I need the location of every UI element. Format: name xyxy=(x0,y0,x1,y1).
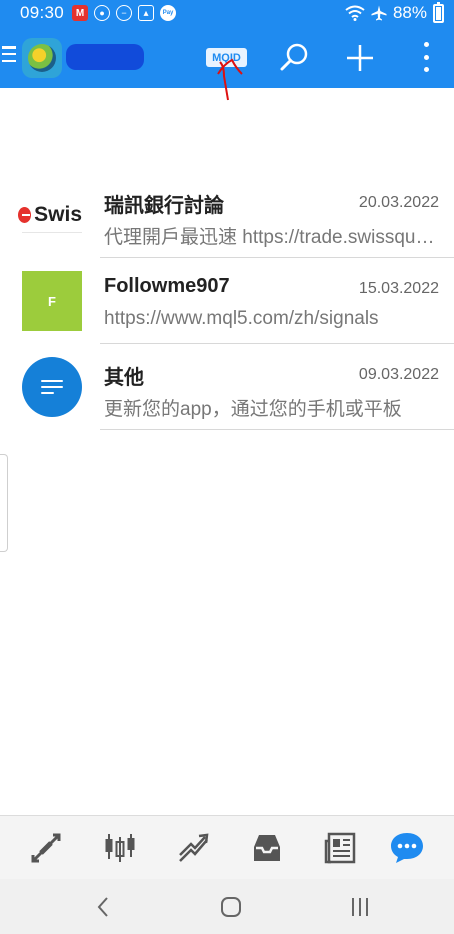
chat-date: 15.03.2022 xyxy=(358,280,439,297)
account-name-redacted[interactable] xyxy=(66,44,144,70)
system-nav xyxy=(0,879,454,934)
news-icon[interactable] xyxy=(322,830,358,866)
edge-panel-handle[interactable] xyxy=(0,454,8,552)
chat-preview: 更新您的app，通过您的手机或平板 xyxy=(104,399,402,420)
messages-icon[interactable] xyxy=(389,830,425,866)
avatar: Swis xyxy=(18,185,82,245)
avatar: F xyxy=(22,271,82,331)
chart-icon[interactable] xyxy=(102,830,138,866)
quotes-icon[interactable] xyxy=(28,830,64,866)
account-circle-icon: ● xyxy=(94,5,111,21)
chat-list: Swis 瑞訊銀行討論 20.03.2022 代理開戶最迅速 https://t… xyxy=(0,172,454,430)
status-time: 09:30 xyxy=(20,3,65,22)
office-app-icon: M xyxy=(72,5,89,21)
divider xyxy=(100,429,454,430)
chat-title: Followme907 xyxy=(104,275,230,297)
swissquote-logo-icon xyxy=(18,207,32,223)
more-vert-icon[interactable] xyxy=(420,42,432,72)
chat-preview: 代理開戶最迅速 https://trade.swissquote.com xyxy=(104,227,440,248)
recents-icon[interactable] xyxy=(348,895,372,919)
do-not-disturb-icon: − xyxy=(116,5,133,21)
search-icon[interactable] xyxy=(278,42,310,74)
list-item[interactable]: F Followme907 15.03.2022 https://www.mql… xyxy=(0,258,454,344)
samsung-pay-icon: Pay xyxy=(160,5,177,21)
battery-text: 88% xyxy=(392,3,427,22)
app-logo[interactable] xyxy=(22,38,62,78)
notes-icon xyxy=(41,380,63,394)
add-icon[interactable] xyxy=(344,42,376,74)
divider xyxy=(22,232,82,233)
list-item[interactable]: 其他 09.03.2022 更新您的app，通过您的手机或平板 xyxy=(0,344,454,430)
battery-icon xyxy=(433,1,444,23)
chat-date: 20.03.2022 xyxy=(358,194,439,211)
avatar xyxy=(22,357,82,417)
chat-title: 瑞訊銀行討論 xyxy=(104,195,224,217)
gallery-icon: ▴ xyxy=(138,5,155,21)
chat-preview: https://www.mql5.com/zh/signals xyxy=(104,308,379,329)
trade-icon[interactable] xyxy=(176,830,212,866)
status-icons-right: 88% xyxy=(345,1,444,23)
bottom-nav xyxy=(0,815,454,879)
airplane-icon xyxy=(371,5,387,21)
annotation-arrow xyxy=(217,58,243,101)
status-icons-left: M ● − ▴ Pay xyxy=(72,5,177,21)
list-item[interactable]: Swis 瑞訊銀行討論 20.03.2022 代理開戶最迅速 https://t… xyxy=(0,172,454,258)
menu-icon[interactable] xyxy=(2,46,16,62)
wifi-icon xyxy=(345,5,365,21)
home-icon[interactable] xyxy=(219,895,243,919)
back-icon[interactable] xyxy=(92,895,116,919)
chat-date: 09.03.2022 xyxy=(358,366,439,383)
chat-title: 其他 xyxy=(104,367,144,389)
history-icon[interactable] xyxy=(249,830,285,866)
avatar-text: Swis xyxy=(34,203,82,226)
status-bar: 09:30 M ● − ▴ Pay 88% xyxy=(0,0,454,26)
